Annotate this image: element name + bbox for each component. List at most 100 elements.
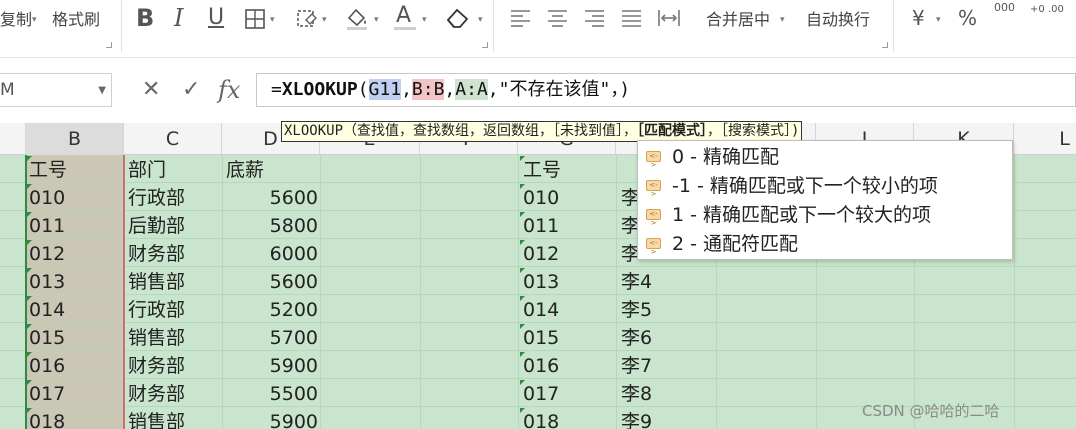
cell-lookup-id[interactable]: 016 — [523, 351, 559, 379]
cell-lookup-id[interactable]: 018 — [523, 407, 559, 429]
font-dialog-launcher-icon[interactable] — [482, 42, 488, 48]
cell-lookup-id[interactable]: 010 — [523, 183, 559, 211]
cell-salary[interactable]: 5500 — [222, 379, 318, 407]
match-option[interactable]: <-> 0 - 精确匹配 — [638, 142, 1012, 171]
column-header-C[interactable]: C — [124, 123, 222, 155]
cell-id[interactable]: 015 — [29, 323, 65, 351]
fill-pattern-dropdown-icon[interactable]: ▾ — [322, 15, 327, 25]
cell-department[interactable]: 销售部 — [128, 323, 185, 351]
cell-salary[interactable]: 6000 — [222, 239, 318, 267]
cell-department[interactable]: 财务部 — [128, 351, 185, 379]
cell-id[interactable]: 012 — [29, 239, 65, 267]
cell-salary[interactable]: 5600 — [222, 183, 318, 211]
clear-format-dropdown-icon[interactable]: ▾ — [478, 15, 483, 25]
justify-icon[interactable] — [621, 8, 643, 35]
copy-dropdown-icon[interactable]: ▾ — [32, 15, 37, 25]
cell-id[interactable]: 011 — [29, 211, 65, 239]
cell-lookup-id[interactable]: 015 — [523, 323, 559, 351]
cell-name[interactable]: 李9 — [621, 407, 652, 429]
borders-icon[interactable] — [244, 8, 266, 37]
match-mode-autocomplete-list[interactable]: <-> 0 - 精确匹配 <-> -1 - 精确匹配或下一个较小的项 <-> 1… — [637, 140, 1013, 260]
cell-lookup-id[interactable]: 017 — [523, 379, 559, 407]
match-option[interactable]: <-> -1 - 精确匹配或下一个较小的项 — [638, 171, 1012, 200]
fill-pattern-icon[interactable] — [296, 8, 320, 37]
underline-icon[interactable]: U — [208, 6, 224, 30]
cell-department[interactable]: 财务部 — [128, 379, 185, 407]
wrap-text-button[interactable]: 自动换行 — [806, 10, 870, 30]
column-header-A-partial[interactable] — [0, 123, 26, 155]
header-employee-id-lookup[interactable]: 工号 — [523, 155, 561, 183]
ribbon-separator — [893, 0, 894, 52]
cell-department[interactable]: 后勤部 — [128, 211, 185, 239]
cell-department[interactable]: 财务部 — [128, 239, 185, 267]
font-color-icon[interactable]: A — [396, 4, 411, 28]
clear-format-eraser-icon[interactable] — [444, 6, 472, 37]
fill-color-icon[interactable] — [344, 6, 370, 37]
cell-id[interactable]: 016 — [29, 351, 65, 379]
header-department[interactable]: 部门 — [128, 155, 166, 183]
tooltip-signature: XLOOKUP（查找值，查找数组，返回数组，［未找到值］， — [284, 123, 637, 139]
borders-dropdown-icon[interactable]: ▾ — [270, 15, 275, 25]
cell-lookup-id[interactable]: 012 — [523, 239, 559, 267]
cell-salary[interactable]: 5800 — [222, 211, 318, 239]
cell-salary[interactable]: 5200 — [222, 295, 318, 323]
bold-icon[interactable]: B — [136, 6, 154, 30]
cell-department[interactable]: 销售部 — [128, 267, 185, 295]
cell-id[interactable]: 018 — [29, 407, 65, 429]
name-box[interactable]: M ▼ — [0, 73, 112, 107]
font-color-bar — [394, 27, 416, 30]
font-color-dropdown-icon[interactable]: ▾ — [422, 15, 427, 25]
cell-id[interactable]: 014 — [29, 295, 65, 323]
currency-dropdown-icon[interactable]: ▾ — [936, 15, 941, 25]
clipboard-dialog-launcher-icon[interactable] — [106, 42, 112, 48]
cell-salary[interactable]: 5900 — [222, 351, 318, 379]
match-option[interactable]: <-> 1 - 精确匹配或下一个较大的项 — [638, 200, 1012, 229]
column-header-B[interactable]: B — [26, 123, 124, 155]
align-center-icon[interactable] — [547, 8, 569, 35]
cell-department[interactable]: 销售部 — [128, 407, 185, 429]
alignment-dialog-launcher-icon[interactable] — [882, 42, 888, 48]
align-right-icon[interactable] — [584, 8, 606, 35]
cell-id[interactable]: 013 — [29, 267, 65, 295]
fill-color-dropdown-icon[interactable]: ▾ — [374, 15, 379, 25]
confirm-formula-icon[interactable]: ✓ — [182, 77, 200, 103]
cell-department[interactable]: 行政部 — [128, 295, 185, 323]
cell-name[interactable]: 李6 — [621, 323, 652, 351]
insert-function-fx-icon[interactable]: fx — [218, 77, 240, 103]
cell-name[interactable]: 李4 — [621, 267, 652, 295]
merge-center-dropdown-icon[interactable]: ▾ — [780, 15, 785, 25]
merge-center-button[interactable]: 合并居中 — [706, 10, 770, 30]
distributed-align-icon[interactable] — [656, 6, 682, 37]
header-base-salary[interactable]: 底薪 — [226, 155, 264, 183]
cell-name[interactable]: 李8 — [621, 379, 652, 407]
currency-format-icon[interactable]: ¥ — [912, 6, 925, 30]
percent-format-icon[interactable]: % — [958, 6, 977, 30]
thousands-separator-icon[interactable]: 000 — [994, 2, 1018, 14]
match-option[interactable]: <-> 2 - 通配符匹配 — [638, 229, 1012, 258]
copy-button[interactable]: 复制 — [0, 10, 32, 30]
formula-input[interactable]: =XLOOKUP(G11,B:B,A:A,"不存在该值"，) — [256, 73, 1076, 107]
header-employee-id[interactable]: 工号 — [29, 155, 67, 183]
cell-id[interactable]: 017 — [29, 379, 65, 407]
cancel-formula-icon[interactable]: ✕ — [142, 77, 160, 103]
table-row: 014 行政部 5200 014 李5 — [0, 295, 1076, 323]
formula-comma: , — [444, 79, 456, 100]
cell-salary[interactable]: 5700 — [222, 323, 318, 351]
name-box-dropdown-icon[interactable]: ▼ — [98, 85, 106, 96]
align-left-icon[interactable] — [510, 8, 532, 35]
cell-name[interactable]: 李5 — [621, 295, 652, 323]
cell-name[interactable]: 李7 — [621, 351, 652, 379]
cell-salary[interactable]: 5600 — [222, 267, 318, 295]
increase-decimal-icon[interactable]: +0 .00 — [1030, 4, 1064, 15]
italic-icon[interactable]: I — [174, 6, 183, 30]
argument-option-icon: <-> — [646, 151, 661, 169]
cell-id[interactable]: 010 — [29, 183, 65, 211]
cell-lookup-id[interactable]: 011 — [523, 211, 559, 239]
format-painter-button[interactable]: 格式刷 — [52, 10, 100, 30]
cell-lookup-id[interactable]: 014 — [523, 295, 559, 323]
cell-lookup-id[interactable]: 013 — [523, 267, 559, 295]
column-header-L[interactable]: L — [1014, 123, 1076, 155]
cell-salary[interactable]: 5900 — [222, 407, 318, 429]
cell-department[interactable]: 行政部 — [128, 183, 185, 211]
argument-option-icon: <-> — [646, 180, 661, 198]
